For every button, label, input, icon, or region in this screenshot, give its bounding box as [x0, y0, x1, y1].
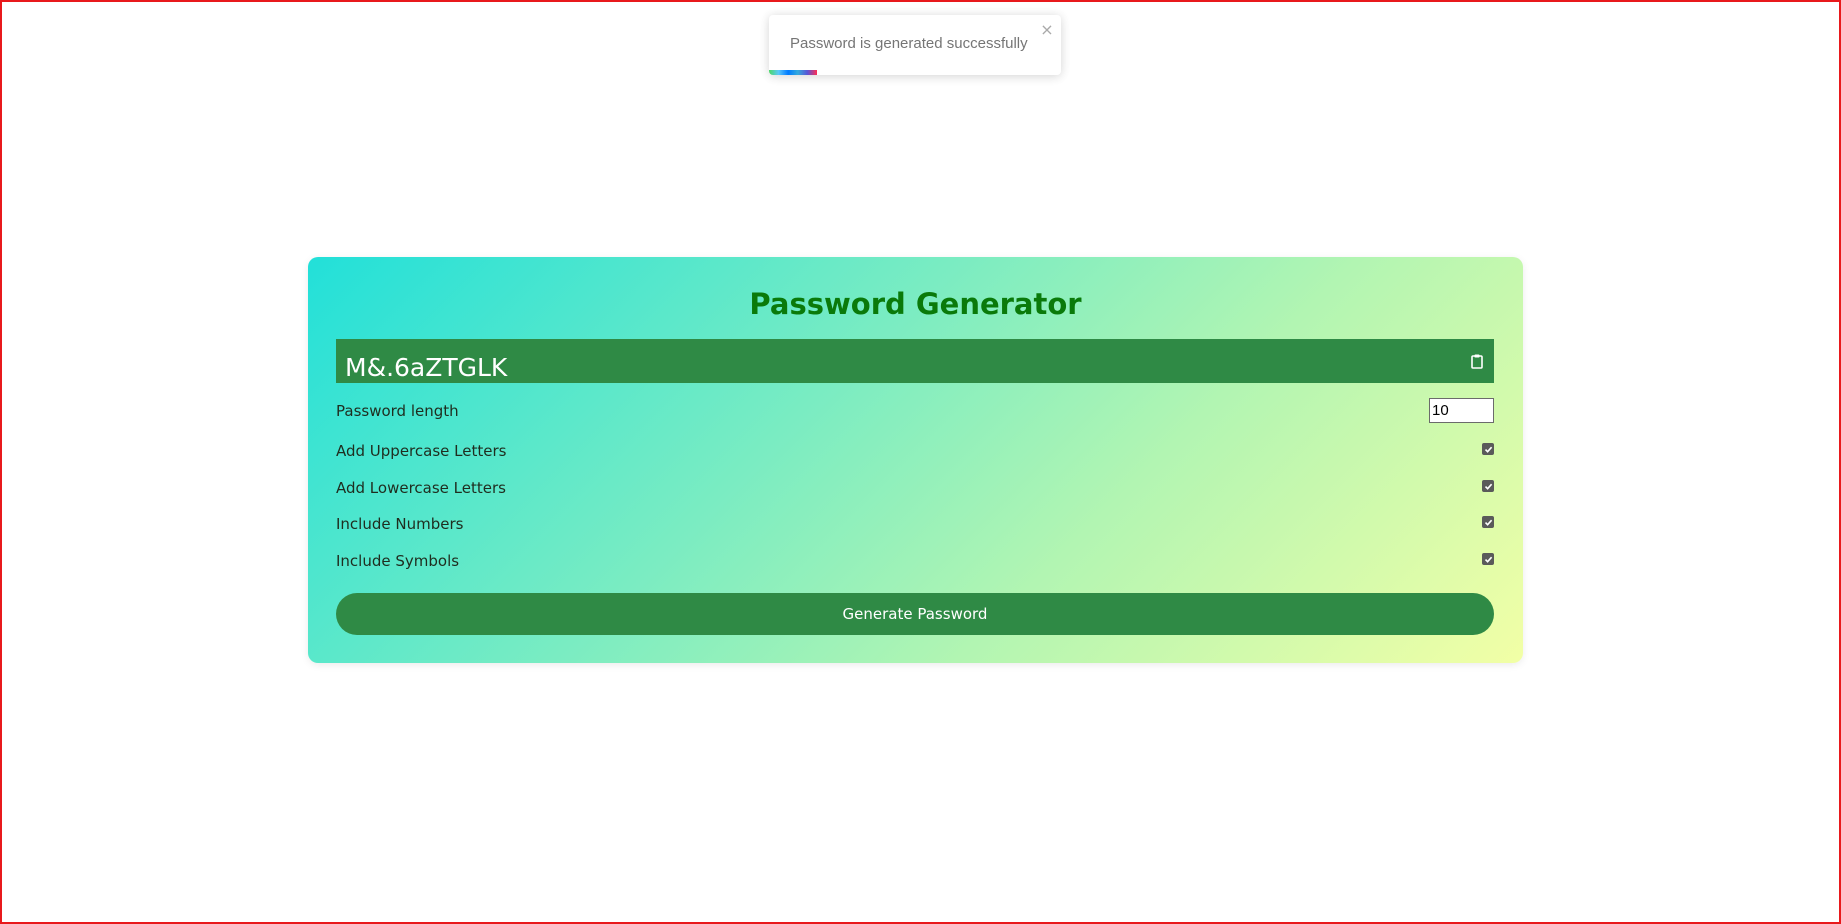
generated-password: M&.6aZTGLK	[345, 353, 508, 382]
generate-password-button[interactable]: Generate Password	[336, 593, 1494, 635]
lowercase-checkbox[interactable]	[1482, 480, 1494, 492]
password-generator-card: Password Generator M&.6aZTGLK Password l…	[308, 257, 1523, 663]
clipboard-icon[interactable]	[1471, 354, 1483, 369]
password-length-input[interactable]	[1429, 398, 1494, 423]
close-icon[interactable]: ×	[1040, 22, 1054, 38]
symbols-label: Include Symbols	[336, 552, 460, 570]
toast-message: Password is generated successfully	[790, 35, 1028, 52]
lowercase-label: Add Lowercase Letters	[336, 479, 506, 497]
page-title: Password Generator	[749, 287, 1082, 321]
numbers-label: Include Numbers	[336, 515, 464, 533]
option-row-symbols: Include Symbols	[336, 546, 1494, 574]
password-length-label: Password length	[336, 402, 459, 420]
numbers-checkbox[interactable]	[1482, 516, 1494, 528]
toast-notification: Password is generated successfully ×	[769, 15, 1061, 75]
uppercase-checkbox[interactable]	[1482, 443, 1494, 455]
password-display: M&.6aZTGLK	[336, 339, 1494, 383]
uppercase-label: Add Uppercase Letters	[336, 442, 507, 460]
option-row-uppercase: Add Uppercase Letters	[336, 436, 1494, 464]
toast-progress-bar	[769, 70, 818, 75]
option-row-lowercase: Add Lowercase Letters	[336, 473, 1494, 501]
symbols-checkbox[interactable]	[1482, 553, 1494, 565]
password-length-row: Password length	[336, 396, 1494, 424]
option-row-numbers: Include Numbers	[336, 509, 1494, 537]
